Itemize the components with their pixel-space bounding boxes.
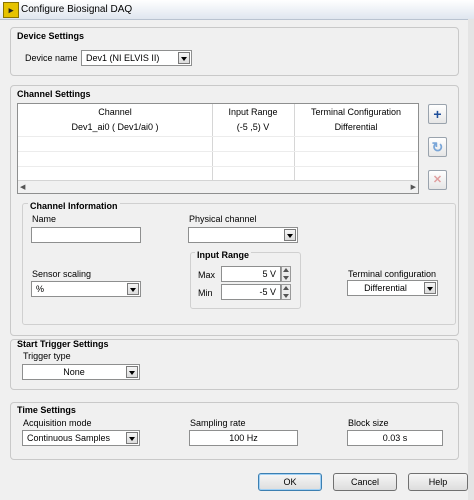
terminal-configuration-label: Terminal configuration — [348, 269, 437, 279]
max-spinner[interactable] — [281, 266, 291, 282]
device-settings-title: Device Settings — [17, 31, 85, 41]
max-input[interactable]: 5 V — [221, 266, 281, 282]
min-input[interactable]: -5 V — [221, 284, 281, 300]
name-input[interactable] — [31, 227, 141, 243]
min-value: -5 V — [259, 287, 276, 297]
window-title: Configure Biosignal DAQ — [21, 4, 133, 15]
remove-channel-button[interactable]: ✕ — [428, 170, 447, 190]
sampling-rate-value: 100 Hz — [229, 433, 258, 443]
channel-information-title: Channel Information — [28, 201, 120, 211]
max-label: Max — [198, 270, 216, 280]
help-button[interactable]: Help — [408, 473, 468, 491]
table-header-input-range: Input Range — [228, 107, 278, 117]
physical-channel-select[interactable] — [188, 227, 298, 243]
terminal-configuration-value: Differential — [364, 283, 407, 293]
scroll-right-icon[interactable]: ▶ — [411, 183, 416, 191]
sensor-scaling-label: Sensor scaling — [32, 269, 92, 279]
chevron-down-icon[interactable] — [178, 52, 190, 64]
column-divider — [212, 104, 213, 181]
labview-app-icon: ▸ — [3, 2, 19, 18]
min-numeric[interactable]: -5 V — [221, 284, 291, 300]
physical-channel-label: Physical channel — [189, 214, 257, 224]
acquisition-mode-value: Continuous Samples — [27, 433, 111, 443]
sensor-scaling-select[interactable]: % — [31, 281, 141, 297]
table-header-terminal-configuration: Terminal Configuration — [310, 107, 402, 117]
time-settings-group: Time Settings Acquisition mode Continuou… — [10, 402, 459, 460]
decrement-icon[interactable] — [283, 294, 289, 298]
row-divider — [18, 166, 418, 167]
acquisition-mode-select[interactable]: Continuous Samples — [22, 430, 140, 446]
name-label: Name — [32, 214, 57, 224]
max-value: 5 V — [262, 269, 276, 279]
device-settings-group: Device Settings Device name Dev1 (NI ELV… — [10, 27, 459, 76]
block-size-input[interactable]: 0.03 s — [347, 430, 443, 446]
start-trigger-settings-group: Start Trigger Settings Trigger type None — [10, 339, 459, 390]
sampling-rate-input[interactable]: 100 Hz — [189, 430, 298, 446]
acquisition-mode-label: Acquisition mode — [23, 418, 92, 428]
add-channel-button[interactable]: + — [428, 104, 447, 124]
table-cell-channel[interactable]: Dev1_ai0 ( Dev1/ai0 ) — [18, 122, 212, 132]
terminal-configuration-select[interactable]: Differential — [347, 280, 438, 296]
row-divider — [18, 151, 418, 152]
max-numeric[interactable]: 5 V — [221, 266, 291, 282]
cancel-button[interactable]: Cancel — [333, 473, 397, 491]
horizontal-scrollbar[interactable]: ◀ ▶ — [18, 180, 418, 193]
start-trigger-settings-title: Start Trigger Settings — [17, 339, 109, 349]
increment-icon[interactable] — [283, 286, 289, 290]
table-cell-input-range[interactable]: (-5 ,5) V — [212, 122, 294, 132]
time-settings-title: Time Settings — [17, 405, 76, 415]
input-range-title: Input Range — [195, 250, 251, 260]
scroll-left-icon[interactable]: ◀ — [20, 183, 25, 191]
min-spinner[interactable] — [281, 284, 291, 300]
chevron-down-icon[interactable] — [126, 366, 138, 378]
block-size-label: Block size — [348, 418, 389, 428]
window-right-edge — [468, 19, 474, 500]
increment-icon[interactable] — [283, 268, 289, 272]
chevron-down-icon[interactable] — [284, 229, 296, 241]
sampling-rate-label: Sampling rate — [190, 418, 246, 428]
min-label: Min — [198, 288, 213, 298]
chevron-down-icon[interactable] — [424, 282, 436, 294]
chevron-down-icon[interactable] — [126, 432, 138, 444]
device-name-select[interactable]: Dev1 (NI ELVIS II) — [81, 50, 192, 66]
table-header-channel: Channel — [98, 107, 132, 117]
table-cell-terminal-configuration[interactable]: Differential — [294, 122, 418, 132]
trigger-type-value: None — [63, 367, 85, 377]
dialog-window: ▸ Configure Biosignal DAQ Device Setting… — [0, 0, 474, 500]
title-bar: ▸ Configure Biosignal DAQ — [0, 0, 474, 20]
ok-button[interactable]: OK — [258, 473, 322, 491]
chevron-down-icon[interactable] — [127, 283, 139, 295]
sensor-scaling-value: % — [36, 284, 45, 294]
column-divider — [294, 104, 295, 181]
refresh-channel-button[interactable]: ↻ — [428, 137, 447, 157]
trigger-type-select[interactable]: None — [22, 364, 140, 380]
channel-settings-title: Channel Settings — [17, 89, 91, 99]
channel-table[interactable]: Channel Input Range Terminal Configurati… — [17, 103, 419, 194]
trigger-type-label: Trigger type — [23, 351, 71, 361]
block-size-value: 0.03 s — [382, 433, 408, 443]
device-name-value: Dev1 (NI ELVIS II) — [86, 53, 160, 63]
decrement-icon[interactable] — [283, 276, 289, 280]
row-divider — [18, 136, 418, 137]
device-name-label: Device name — [25, 53, 78, 63]
